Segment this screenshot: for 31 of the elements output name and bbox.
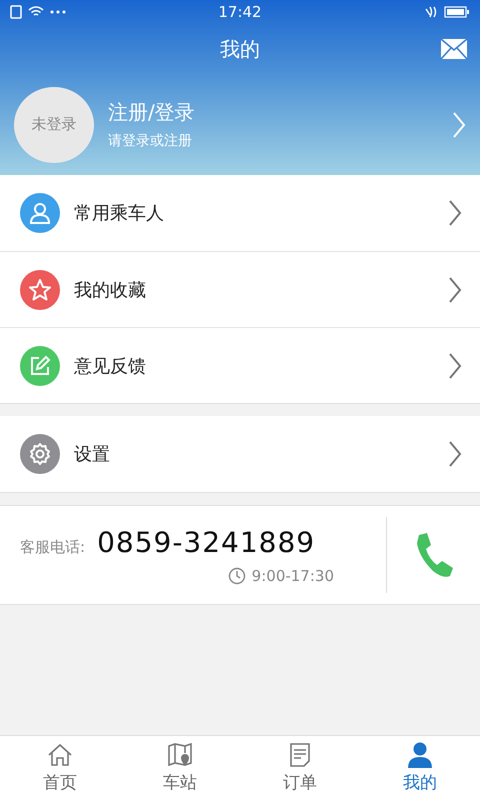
nfc-icon [424, 6, 438, 18]
mail-icon[interactable] [440, 38, 468, 60]
chevron-right-icon [448, 352, 462, 380]
chevron-right-icon [448, 276, 462, 304]
chevron-right-icon [448, 440, 462, 468]
map-pin-icon [167, 742, 193, 768]
home-icon [47, 742, 73, 768]
service-hours: 9:00-17:30 [252, 566, 334, 584]
tab[interactable]: 我的 [360, 736, 480, 800]
status-time: 17:42 [218, 3, 262, 21]
wifi-icon [28, 6, 44, 18]
menu-item[interactable]: 意见反馈 [0, 327, 480, 403]
avatar[interactable]: 未登录 [14, 86, 94, 162]
user-icon [406, 742, 434, 768]
tab[interactable]: 车站 [120, 736, 240, 800]
tab[interactable]: 首页 [0, 736, 120, 800]
tab[interactable]: 订单 [240, 736, 360, 800]
page-title: 我的 [220, 36, 260, 62]
phone-number: 0859-3241889 [97, 526, 316, 558]
service-label: 客服电话: [20, 538, 86, 556]
menu-item[interactable]: 设置 [0, 416, 480, 492]
chevron-right-icon [448, 199, 462, 227]
menu-item[interactable]: 常用乘车人 [0, 175, 480, 251]
chevron-right-icon [452, 110, 466, 138]
menu-item[interactable]: 我的收藏 [0, 251, 480, 327]
clock-icon [228, 566, 246, 584]
document-icon [287, 742, 313, 768]
battery-icon [444, 6, 470, 18]
login-subtitle: 请登录或注册 [108, 132, 193, 150]
more-icon [50, 10, 66, 14]
sim-icon [10, 5, 22, 19]
